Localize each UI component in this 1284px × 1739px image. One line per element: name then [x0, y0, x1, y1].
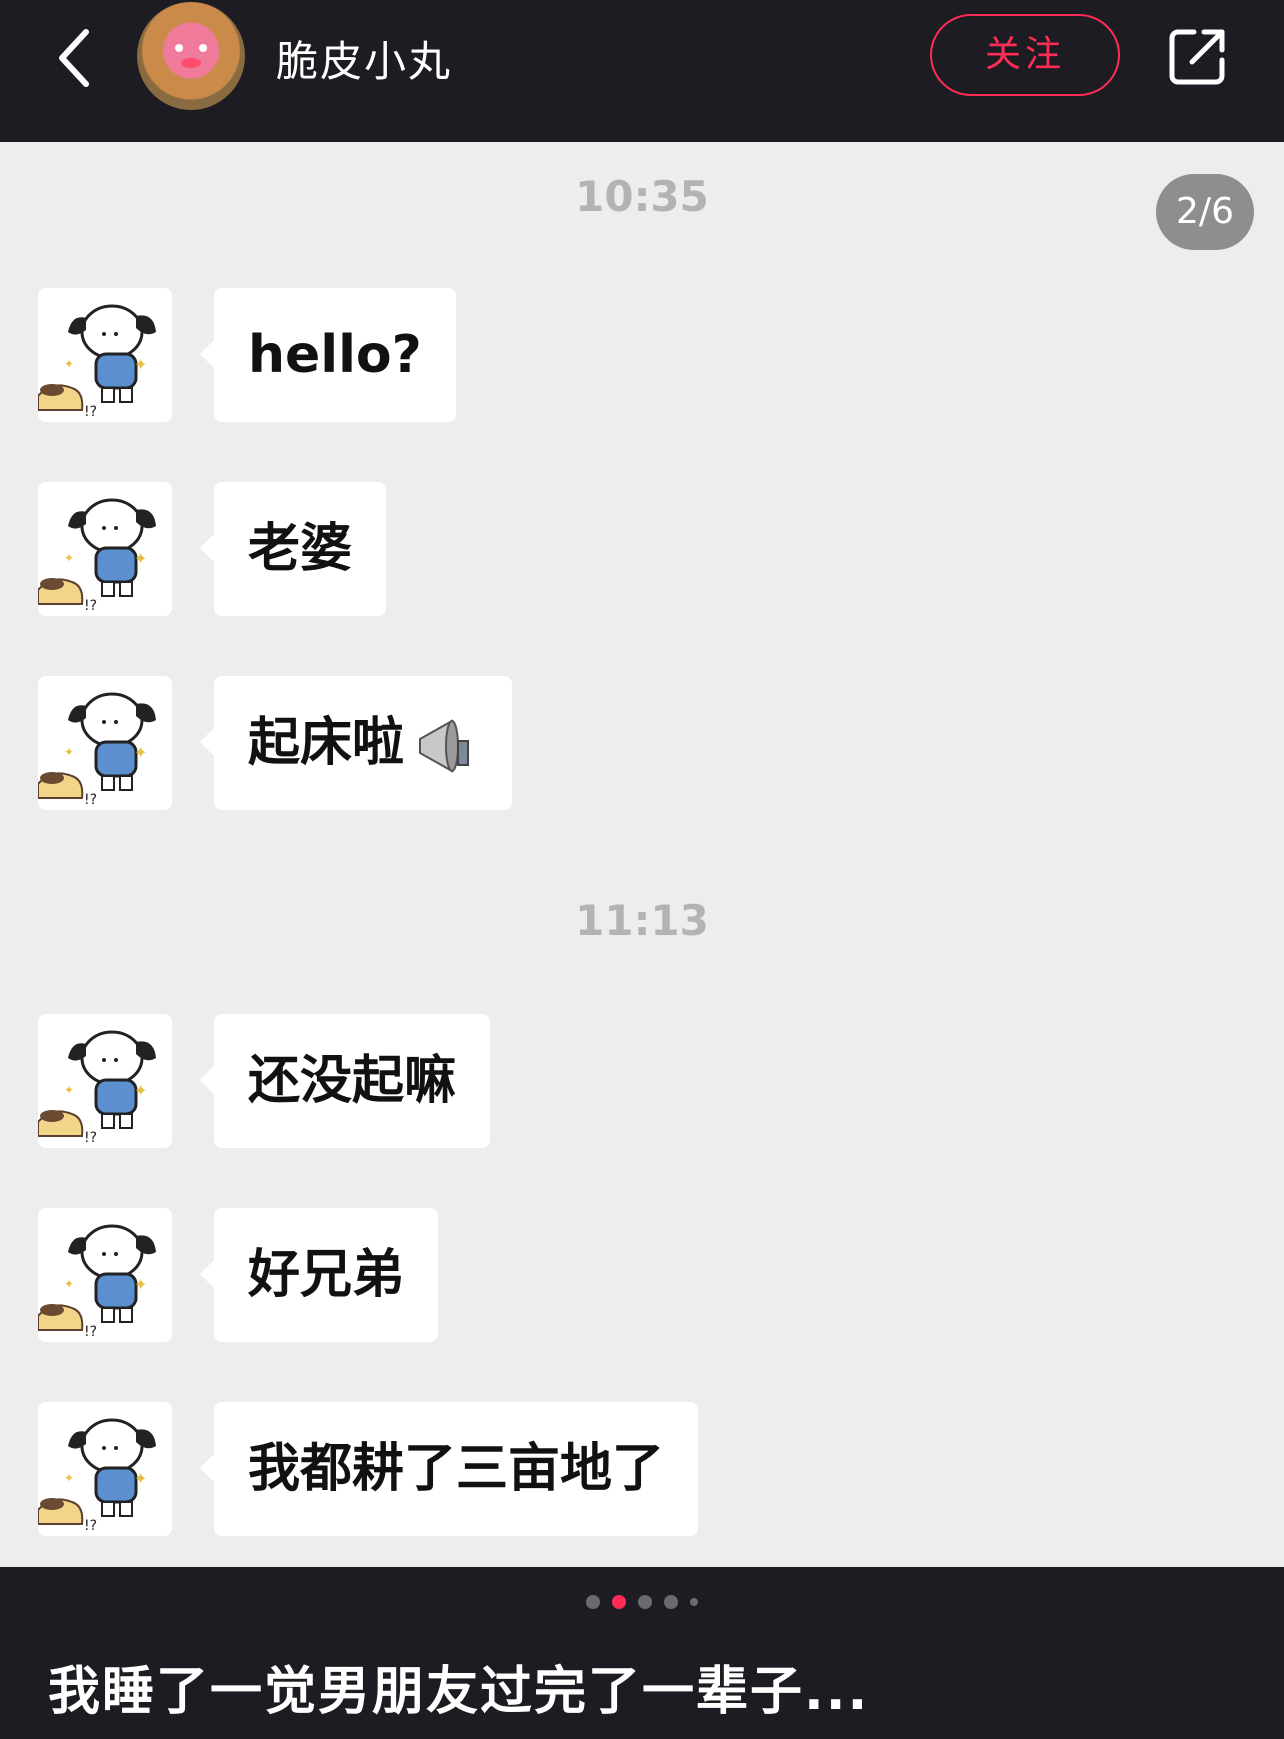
share-icon	[1169, 29, 1225, 85]
dog-sticker-icon: ✦ ✦ !?	[38, 676, 172, 810]
svg-text:✦: ✦	[134, 1469, 147, 1488]
carousel-dot[interactable]	[638, 1595, 652, 1609]
svg-text:✦: ✦	[134, 1275, 147, 1294]
timestamp: 10:35	[575, 172, 709, 221]
sender-avatar[interactable]: ✦ ✦ !?	[38, 482, 172, 616]
message-text: 还没起嘛	[248, 1051, 457, 1111]
svg-text:✦: ✦	[134, 743, 147, 762]
svg-text:✦: ✦	[64, 1277, 74, 1291]
dog-sticker-icon: ✦ ✦ !?	[38, 288, 172, 422]
carousel-dot[interactable]	[690, 1598, 698, 1606]
sender-avatar[interactable]: ✦ ✦ !?	[38, 288, 172, 422]
message-text: 老婆	[248, 519, 353, 579]
svg-text:✦: ✦	[64, 745, 74, 759]
message-bubble: 我都耕了三亩地了	[199, 1402, 699, 1536]
dog-sticker-icon: ✦ ✦ !?	[38, 1208, 172, 1342]
bottom-bar: 我睡了一觉男朋友过完了一辈子...	[0, 1567, 1284, 1739]
sender-avatar[interactable]: ✦ ✦ !?	[38, 1208, 172, 1342]
back-button[interactable]	[48, 22, 108, 94]
message-text: 好兄弟	[248, 1245, 405, 1305]
message-text: hello?	[248, 325, 422, 385]
share-button[interactable]	[1166, 24, 1230, 88]
message-text: 起床啦	[248, 713, 405, 773]
timestamp: 11:13	[575, 896, 709, 945]
user-avatar[interactable]	[137, 2, 245, 110]
sender-avatar[interactable]: ✦ ✦ !?	[38, 1402, 172, 1536]
svg-text:!?: !?	[84, 1130, 97, 1146]
message-bubble: 还没起嘛	[199, 1014, 491, 1148]
svg-text:!?: !?	[84, 1324, 97, 1340]
follow-button[interactable]: 关注	[930, 14, 1120, 96]
svg-text:!?: !?	[84, 598, 97, 614]
message-text: 我都耕了三亩地了	[248, 1439, 665, 1499]
svg-text:✦: ✦	[134, 1081, 147, 1100]
svg-text:✦: ✦	[134, 355, 147, 374]
message-bubble: 老婆	[199, 482, 387, 616]
message-bubble: 好兄弟	[199, 1208, 439, 1342]
svg-text:!?: !?	[84, 1518, 97, 1534]
avatar-nose	[181, 58, 201, 68]
svg-text:!?: !?	[84, 792, 97, 808]
carousel-dot[interactable]	[664, 1595, 678, 1609]
top-bar: 脆皮小丸 关注	[0, 0, 1284, 142]
chevron-left-icon	[59, 29, 89, 87]
svg-text:✦: ✦	[134, 549, 147, 568]
avatar-eyes	[175, 44, 207, 54]
post-caption[interactable]: 我睡了一觉男朋友过完了一辈子...	[48, 1649, 869, 1724]
dog-sticker-icon: ✦ ✦ !?	[38, 1014, 172, 1148]
sender-avatar[interactable]: ✦ ✦ !?	[38, 1014, 172, 1148]
svg-text:✦: ✦	[64, 1471, 74, 1485]
svg-text:!?: !?	[84, 404, 97, 420]
dog-sticker-icon: ✦ ✦ !?	[38, 482, 172, 616]
svg-text:✦: ✦	[64, 357, 74, 371]
svg-text:✦: ✦	[64, 1083, 74, 1097]
chat-area: 2/6 10:35 ✦ ✦ !? hello? ✦ ✦ !? 老婆 ✦ ✦ !?…	[0, 142, 1284, 1567]
carousel-dot-active[interactable]	[612, 1595, 626, 1609]
svg-text:✦: ✦	[64, 551, 74, 565]
carousel-dot[interactable]	[586, 1595, 600, 1609]
dog-sticker-icon: ✦ ✦ !?	[38, 1402, 172, 1536]
username[interactable]: 脆皮小丸	[276, 28, 452, 89]
carousel-dots	[0, 1595, 1284, 1609]
sender-avatar[interactable]: ✦ ✦ !?	[38, 676, 172, 810]
message-bubble: hello?	[200, 288, 456, 422]
message-bubble: 起床啦	[199, 676, 513, 810]
megaphone-icon	[419, 719, 470, 773]
